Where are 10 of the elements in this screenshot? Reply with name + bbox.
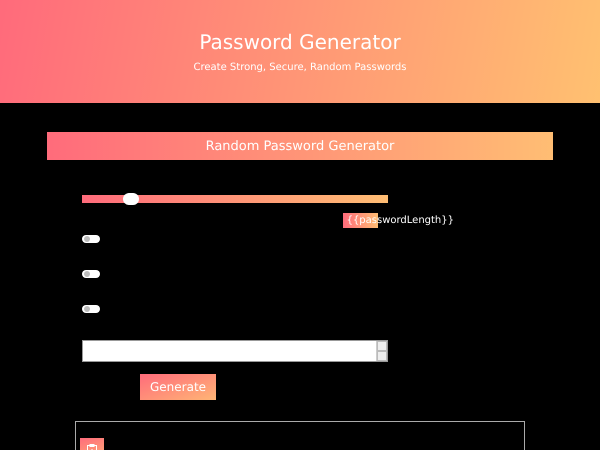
length-slider[interactable] — [82, 195, 388, 203]
app-subtitle: Create Strong, Secure, Random Passwords — [194, 62, 406, 73]
generate-button[interactable]: Generate — [140, 374, 216, 400]
toggle-switch[interactable] — [82, 270, 100, 278]
card-title: Random Password Generator — [47, 132, 553, 160]
toggle-switch[interactable] — [82, 305, 100, 313]
app-title: Password Generator — [199, 30, 401, 54]
slider-thumb[interactable] — [122, 193, 139, 205]
toggle-switch[interactable] — [82, 235, 100, 243]
number-field[interactable] — [82, 340, 388, 362]
